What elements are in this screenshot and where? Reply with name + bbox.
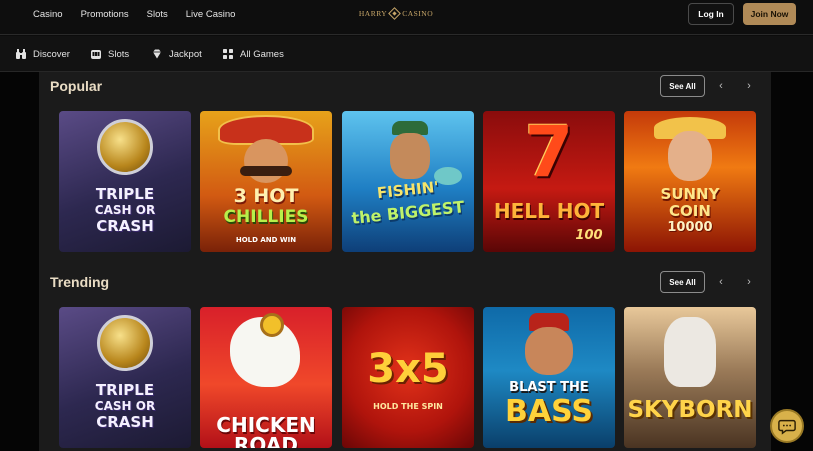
- subnav-slots[interactable]: Slots: [90, 36, 129, 72]
- popular-next-arrow-icon[interactable]: ›: [742, 79, 756, 93]
- logo-text-left: HARRY: [358, 8, 388, 18]
- popular-prev-arrow-icon[interactable]: ‹: [714, 79, 728, 93]
- game-card-skyborn[interactable]: SKYBORN: [624, 307, 756, 448]
- mustache-icon: [240, 166, 292, 176]
- game-card-3x5-hold-the-spin[interactable]: 3x5 HOLD THE SPIN: [342, 307, 474, 448]
- category-nav: Discover Slots Jackpot All Games: [0, 36, 813, 72]
- game-title-line2: BASS: [505, 394, 593, 429]
- subnav-all-games[interactable]: All Games: [222, 36, 284, 72]
- trending-prev-arrow-icon[interactable]: ‹: [714, 275, 728, 289]
- game-title-line2: HOLD THE SPIN: [373, 402, 443, 411]
- fisherman-face-icon: [525, 327, 573, 375]
- game-title-line2: CHICKEN: [216, 413, 316, 437]
- game-title-line3: ROAD: [234, 433, 298, 448]
- game-title-line2: COIN: [669, 202, 711, 220]
- game-title-line2: SKYBORN: [627, 397, 753, 423]
- subnav-slots-label: Slots: [108, 48, 130, 60]
- grid-icon: [223, 49, 233, 59]
- subnav-jackpot-label: Jackpot: [169, 48, 202, 60]
- subnav-discover-label: Discover: [33, 48, 70, 60]
- nav-casino[interactable]: Casino: [33, 9, 63, 20]
- game-title-line3: HOLD AND WIN: [235, 236, 297, 244]
- zeus-figure-icon: [664, 317, 716, 387]
- subnav-discover[interactable]: Discover: [15, 36, 70, 72]
- game-card-triple-cash-or-crash[interactable]: TRIPLE CASH OR CRASH: [59, 111, 191, 252]
- game-title-line3: 100: [575, 228, 603, 243]
- game-title-line2: CHILLIES: [223, 207, 309, 227]
- character-face-icon: [244, 139, 288, 183]
- top-header: Casino Promotions Slots Live Casino HARR…: [0, 0, 813, 35]
- site-logo[interactable]: HARRY CASINO: [356, 6, 436, 20]
- section-title-popular: Popular: [50, 78, 103, 94]
- diamond-icon: [153, 49, 161, 59]
- game-card-hell-hot-100[interactable]: 7 HELL HOT 100: [483, 111, 615, 252]
- logo-text-right: CASINO: [402, 8, 434, 18]
- game-title-line2: CASH OR: [94, 203, 156, 217]
- astronaut-helmet-icon: [97, 119, 153, 175]
- binoculars-icon: [16, 49, 26, 59]
- see-all-trending-button[interactable]: See All: [660, 271, 705, 293]
- game-title-line3: CRASH: [96, 413, 154, 431]
- top-nav: Casino Promotions Slots Live Casino: [33, 0, 253, 28]
- left-gutter: [0, 72, 39, 451]
- nav-promotions[interactable]: Promotions: [81, 9, 129, 20]
- live-chat-button[interactable]: [770, 409, 804, 443]
- game-title-line1: TRIPLE: [95, 381, 155, 399]
- see-all-popular-button[interactable]: See All: [660, 75, 705, 97]
- fisherman-face-icon: [390, 133, 430, 179]
- trending-next-arrow-icon[interactable]: ›: [742, 275, 756, 289]
- subnav-all-games-label: All Games: [240, 48, 284, 60]
- login-button[interactable]: Log In: [688, 3, 734, 25]
- game-card-blast-the-bass[interactable]: BLAST THE BASS: [483, 307, 615, 448]
- game-title-line2: HELL HOT: [493, 199, 605, 223]
- chat-bubble-icon: [778, 419, 796, 435]
- astronaut-helmet-icon: [97, 315, 153, 371]
- logo-mark-icon: [388, 6, 402, 20]
- right-gutter: [771, 72, 813, 451]
- game-title-line1: 7: [524, 111, 574, 193]
- nav-slots[interactable]: Slots: [147, 9, 168, 20]
- game-card-chicken-road[interactable]: CHICKEN ROAD: [200, 307, 332, 448]
- section-title-trending: Trending: [50, 274, 110, 290]
- subnav-jackpot[interactable]: Jackpot: [151, 36, 202, 72]
- game-title-line3: CRASH: [96, 217, 154, 235]
- nav-live-casino[interactable]: Live Casino: [186, 9, 236, 20]
- game-title-line1: 3x5: [367, 346, 449, 392]
- join-now-button[interactable]: Join Now: [743, 3, 796, 25]
- coin-icon: [260, 313, 284, 337]
- game-title-line1: SUNNY: [660, 185, 720, 203]
- game-card-sunny-coin[interactable]: SUNNY COIN 10000: [624, 111, 756, 252]
- slot-machine-icon: [91, 50, 101, 59]
- game-card-3-hot-chillies[interactable]: 3 HOT CHILLIES HOLD AND WIN: [200, 111, 332, 252]
- game-title-line2: CASH OR: [94, 399, 156, 413]
- game-title-line1: TRIPLE: [95, 185, 155, 203]
- goddess-face-icon: [668, 131, 712, 181]
- game-title-line3: 10000: [667, 220, 713, 235]
- game-title-line1: BLAST THE: [509, 380, 589, 395]
- game-card-triple-cash-or-crash[interactable]: TRIPLE CASH OR CRASH: [59, 307, 191, 448]
- game-card-fishin-the-biggest[interactable]: FISHIN' the BIGGEST: [342, 111, 474, 252]
- game-title-line1: 3 HOT: [233, 185, 299, 207]
